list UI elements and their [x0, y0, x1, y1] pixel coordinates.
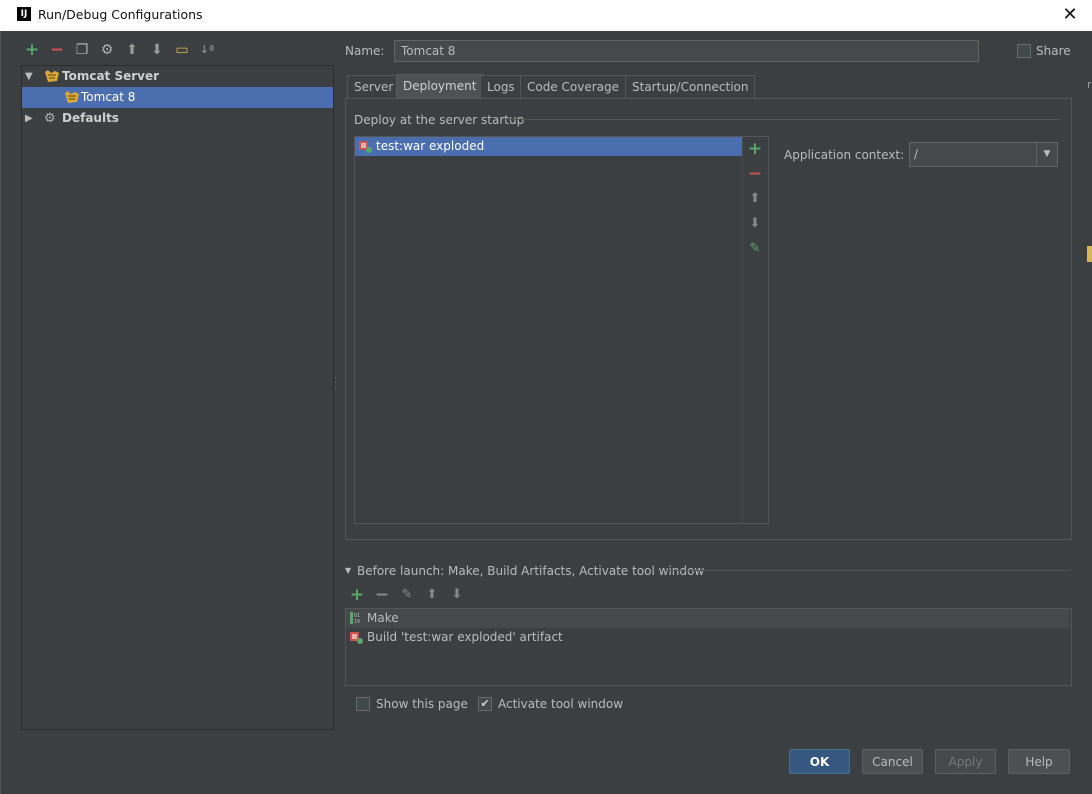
- group-divider: [503, 119, 1060, 120]
- add-icon[interactable]: +: [24, 42, 40, 59]
- svg-text:10: 10: [354, 619, 360, 625]
- arrow-up-icon[interactable]: ⬆: [424, 587, 440, 603]
- remove-icon[interactable]: −: [374, 587, 390, 604]
- tab-startup-connection[interactable]: Startup/Connection: [625, 75, 756, 98]
- chevron-down-icon[interactable]: ▼: [1036, 143, 1057, 166]
- tab-logs[interactable]: Logs: [480, 75, 522, 98]
- group-divider: [666, 570, 1070, 571]
- tab-server[interactable]: Server: [347, 75, 401, 98]
- list-item-label: Build 'test:war exploded' artifact: [367, 630, 563, 644]
- close-window-button[interactable]: ✕: [1056, 2, 1084, 28]
- list-toolbar-divider: [742, 137, 743, 523]
- add-icon[interactable]: +: [349, 587, 365, 604]
- help-button[interactable]: Help: [1008, 749, 1070, 774]
- make-icon: 01 10: [350, 612, 360, 625]
- before-launch-label: Before launch: Make, Build Artifacts, Ac…: [357, 564, 705, 578]
- show-this-page-checkbox[interactable]: [356, 697, 370, 711]
- name-field[interactable]: [394, 40, 979, 62]
- tab-deployment[interactable]: Deployment: [396, 74, 484, 99]
- edit-defaults-icon[interactable]: ⚙: [99, 42, 115, 58]
- tree-item-defaults[interactable]: ▶ ⚙ Defaults: [22, 108, 333, 129]
- edit-icon[interactable]: ✎: [399, 587, 415, 603]
- tree-item-tomcat-8[interactable]: Tomcat 8: [22, 87, 333, 108]
- expanded-arrow-icon[interactable]: ▼: [25, 66, 33, 87]
- list-item-label: Make: [367, 611, 399, 625]
- application-context-label: Application context:: [784, 148, 905, 162]
- show-this-page-label: Show this page: [376, 697, 468, 711]
- intellij-logo-icon: IJ: [17, 7, 31, 21]
- tree-item-label: Tomcat 8: [81, 90, 136, 104]
- arrow-down-icon[interactable]: ⬇: [149, 42, 165, 58]
- activate-tool-window-checkbox[interactable]: ✔: [478, 697, 492, 711]
- background-editor-marker: [1087, 246, 1092, 262]
- folder-icon[interactable]: ▭: [174, 42, 190, 58]
- artifact-icon: [350, 632, 363, 644]
- artifact-icon: [359, 141, 372, 153]
- arrow-up-icon[interactable]: ⬆: [124, 42, 140, 58]
- configuration-tree[interactable]: ▼ Tomcat Server Tomcat 8 ▶ ⚙ Defaults: [21, 65, 334, 730]
- tab-code-coverage[interactable]: Code Coverage: [520, 75, 627, 98]
- activate-tool-window-label: Activate tool window: [498, 697, 624, 711]
- arrow-down-icon[interactable]: ⬇: [746, 215, 764, 233]
- sort-icon[interactable]: ↓ª: [199, 42, 215, 58]
- combobox-value: /: [914, 147, 919, 161]
- list-item[interactable]: test:war exploded: [355, 137, 742, 156]
- window-title: Run/Debug Configurations: [38, 7, 203, 22]
- edit-icon[interactable]: ✎: [746, 240, 764, 258]
- splitter-handle[interactable]: · · ·: [334, 374, 338, 394]
- arrow-down-icon[interactable]: ⬇: [449, 587, 465, 603]
- name-label: Name:: [345, 44, 385, 58]
- list-item[interactable]: Build 'test:war exploded' artifact: [346, 628, 1070, 647]
- list-item[interactable]: 01 10 Make: [346, 609, 1070, 628]
- deploy-artifact-list[interactable]: [354, 136, 769, 524]
- remove-icon[interactable]: −: [746, 165, 764, 183]
- remove-icon[interactable]: −: [49, 42, 65, 59]
- tomcat-icon: [65, 91, 79, 103]
- add-icon[interactable]: +: [746, 140, 764, 158]
- arrow-up-icon[interactable]: ⬆: [746, 190, 764, 208]
- collapse-arrow-icon[interactable]: ▼: [345, 566, 351, 575]
- tomcat-icon: [45, 70, 59, 82]
- tree-item-tomcat-server[interactable]: ▼ Tomcat Server: [22, 66, 333, 87]
- tree-item-label: Defaults: [62, 111, 119, 125]
- list-item-label: test:war exploded: [376, 139, 485, 153]
- wrench-icon: ⚙: [44, 111, 56, 126]
- cancel-button[interactable]: Cancel: [862, 749, 923, 774]
- share-label: Share: [1036, 44, 1071, 58]
- copy-icon[interactable]: ❐: [74, 42, 90, 58]
- background-editor-glimpse: r: [1087, 78, 1092, 91]
- application-context-combobox[interactable]: / ▼: [909, 142, 1058, 167]
- tree-item-label: Tomcat Server: [62, 69, 160, 83]
- deploy-group-label: Deploy at the server startup: [354, 113, 525, 127]
- collapsed-arrow-icon[interactable]: ▶: [25, 108, 33, 129]
- ok-button[interactable]: OK: [789, 749, 850, 774]
- share-checkbox[interactable]: [1017, 44, 1031, 58]
- apply-button[interactable]: Apply: [935, 749, 996, 774]
